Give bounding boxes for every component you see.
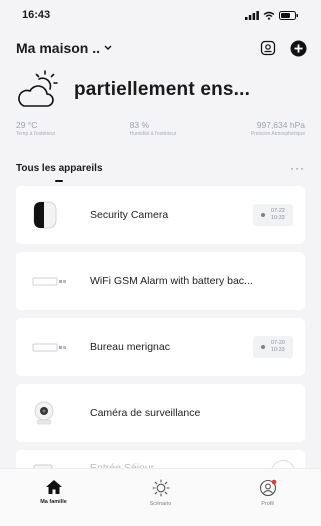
more-options-button[interactable]: ··· <box>290 161 305 175</box>
pressure-stat: 997,634 hPa Pression Atmosphérique <box>251 120 305 137</box>
device-thumbnail <box>32 332 70 362</box>
cellular-signal-icon <box>245 10 259 20</box>
weather-panel[interactable]: partiellement ens... 29 °C Temp à l'exté… <box>0 68 321 150</box>
dome-camera-icon <box>34 401 54 425</box>
weather-condition: partiellement ens... <box>74 79 251 100</box>
tab-all-devices-label: Tous les appareils <box>16 162 103 174</box>
nav-home[interactable]: Ma famille <box>14 479 94 505</box>
camera-device-icon <box>33 201 57 229</box>
temperature-value: 29 °C <box>16 120 38 130</box>
tab-all-devices[interactable]: Tous les appareils <box>16 162 103 182</box>
partly-cloudy-icon <box>18 70 58 107</box>
status-bar: 16:43 <box>0 0 321 30</box>
status-icons <box>245 10 299 20</box>
ai-camera-icon <box>260 40 276 56</box>
event-date: 07-22 <box>270 208 285 214</box>
sun-icon <box>151 479 170 497</box>
weather-stats: 29 °C Temp à l'extérieur 83 % Humidité à… <box>16 120 305 137</box>
device-tabs: Tous les appareils ··· <box>0 154 321 182</box>
device-card-camera-surveillance[interactable]: Caméra de surveillance <box>16 384 305 442</box>
device-name: WiFi GSM Alarm with battery bac... <box>90 275 253 287</box>
nav-home-label: Ma famille <box>40 499 67 505</box>
plus-circle-icon <box>290 40 307 56</box>
pressure-value: 997,634 hPa <box>256 120 305 130</box>
device-event-badge: 07-20 10:33 <box>252 336 293 358</box>
nav-scenario-label: Scénario <box>149 501 172 507</box>
bottom-navigation: Ma famille Scénario Profil <box>0 468 321 526</box>
humidity-label: Humidité à l'extérieur <box>129 131 177 137</box>
chevron-down-icon <box>104 45 112 50</box>
device-list: Security Camera 07-22 10:33 WiFi GSM Ala… <box>16 186 305 494</box>
event-dot-icon <box>260 345 265 349</box>
alarm-panel-icon <box>32 343 66 352</box>
wifi-icon <box>263 11 275 20</box>
home-header: Ma maison .. <box>0 34 321 62</box>
event-dot-icon <box>260 213 265 217</box>
event-date: 07-20 <box>270 340 285 346</box>
device-card-security-camera[interactable]: Security Camera 07-22 10:33 <box>16 186 305 244</box>
home-icon <box>45 480 62 494</box>
home-name: Ma maison .. <box>16 40 101 56</box>
scan-button[interactable] <box>260 40 276 56</box>
device-name: Caméra de surveillance <box>90 407 201 419</box>
event-time: 10:33 <box>270 347 285 353</box>
humidity-value: 83 % <box>129 120 150 130</box>
device-card-wifi-gsm-alarm[interactable]: WiFi GSM Alarm with battery bac... <box>16 252 305 310</box>
add-device-button[interactable] <box>290 40 307 57</box>
device-name: Bureau merignac <box>90 341 170 353</box>
tab-indicator <box>54 179 63 182</box>
nav-scenario[interactable]: Scénario <box>121 479 201 507</box>
humidity-stat: 83 % Humidité à l'extérieur <box>130 120 177 137</box>
device-event-badge: 07-22 10:33 <box>252 204 293 226</box>
device-card-bureau-merignac[interactable]: Bureau merignac 07-20 10:33 <box>16 318 305 376</box>
battery-icon <box>279 10 298 20</box>
device-thumbnail <box>32 398 70 428</box>
device-thumbnail <box>32 200 70 230</box>
status-time: 16:43 <box>22 9 51 21</box>
pressure-label: Pression Atmosphérique <box>250 131 305 137</box>
device-thumbnail <box>32 266 70 296</box>
alarm-panel-icon <box>32 277 66 286</box>
temperature-label: Temp à l'extérieur <box>16 131 56 137</box>
temperature-stat: 29 °C Temp à l'extérieur <box>16 120 55 137</box>
nav-profile-label: Profil <box>261 501 274 507</box>
event-time: 10:33 <box>270 215 285 221</box>
profile-icon <box>259 479 276 497</box>
nav-profile[interactable]: Profil <box>228 479 308 507</box>
home-selector[interactable]: Ma maison .. <box>16 40 112 56</box>
device-name: Security Camera <box>90 209 169 221</box>
